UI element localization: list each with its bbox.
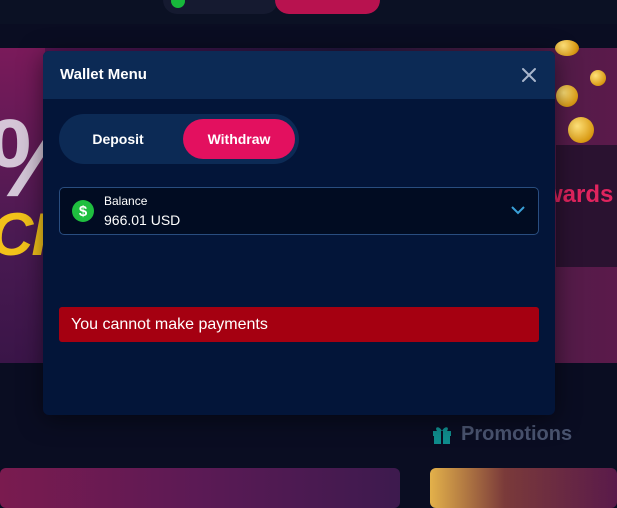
balance-select[interactable]: $ Balance 966.01 USD [59, 187, 539, 235]
modal-header: Wallet Menu [43, 51, 555, 99]
green-dot-icon [171, 0, 185, 8]
game-card[interactable] [0, 468, 400, 508]
close-icon[interactable] [520, 66, 538, 84]
top-deposit-pill[interactable] [275, 0, 380, 14]
coin-decoration [556, 85, 578, 107]
error-alert: You cannot make payments [59, 307, 539, 342]
gift-icon [433, 427, 451, 444]
wallet-modal: Wallet Menu Deposit Withdraw $ Balance 9… [43, 51, 555, 415]
promotions-label: Promotions [461, 422, 573, 445]
coin-decoration [590, 70, 606, 86]
error-message: You cannot make payments [71, 316, 268, 333]
coin-decoration [555, 40, 579, 56]
chevron-down-icon[interactable] [511, 205, 525, 215]
wallet-tabs: Deposit Withdraw [59, 114, 299, 164]
dollar-icon: $ [72, 200, 94, 222]
game-card[interactable] [430, 468, 617, 508]
coin-decoration [568, 117, 594, 143]
balance-label: Balance [104, 194, 148, 208]
tab-deposit[interactable]: Deposit [63, 119, 173, 159]
modal-title: Wallet Menu [60, 66, 147, 83]
top-balance-pill[interactable] [163, 0, 278, 14]
balance-value: 966.01 USD [104, 212, 181, 228]
tab-withdraw[interactable]: Withdraw [183, 119, 295, 159]
promotions-heading[interactable]: Promotions [431, 422, 572, 446]
